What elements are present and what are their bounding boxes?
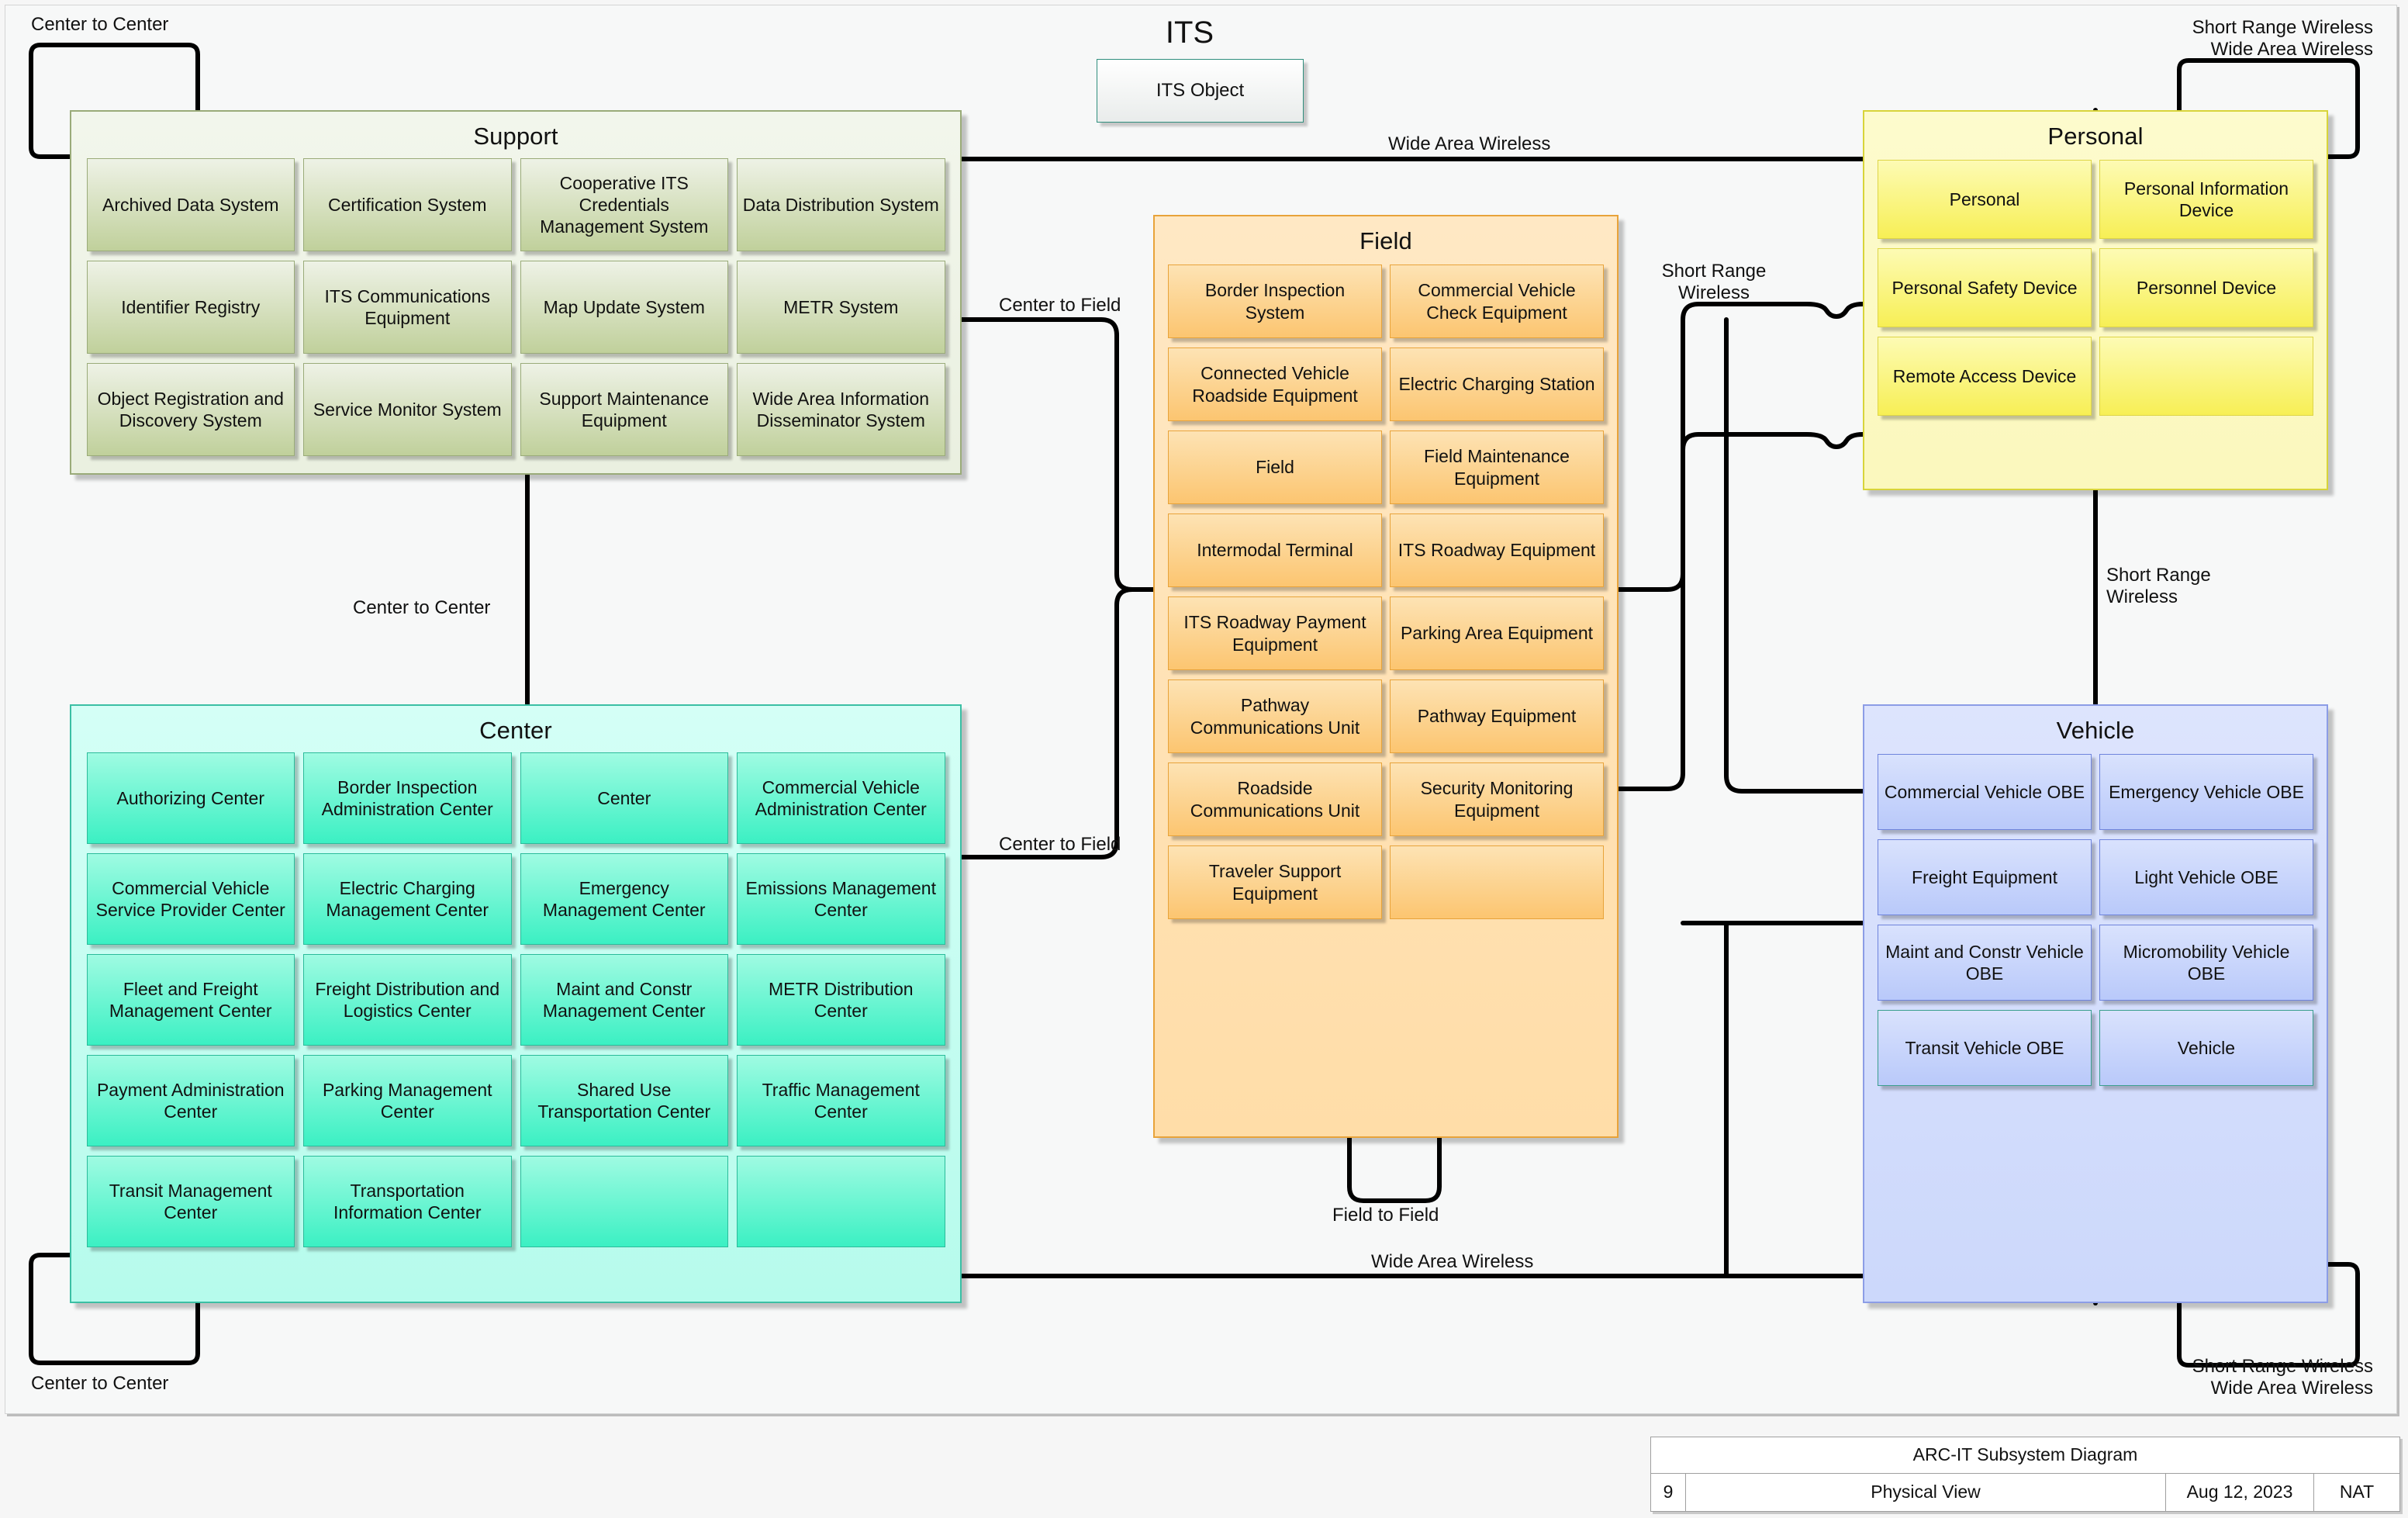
subsystem-cell[interactable]: Security Monitoring Equipment	[1390, 762, 1604, 836]
subsystem-cell[interactable]: ITS Roadway Payment Equipment	[1168, 596, 1382, 670]
subsystem-cell[interactable]: Certification System	[303, 158, 512, 251]
title-block-heading: ARC-IT Subsystem Diagram	[1651, 1437, 2399, 1474]
its-object-box[interactable]: ITS Object	[1097, 59, 1304, 123]
subsystem-cell[interactable]: Border Inspection Administration Center	[303, 752, 512, 844]
subsystem-cell[interactable]: Field	[1168, 431, 1382, 504]
subsystem-cell[interactable]: Intermodal Terminal	[1168, 513, 1382, 587]
subsystem-cell[interactable]: Roadside Communications Unit	[1168, 762, 1382, 836]
title-block-row: 9 Physical View Aug 12, 2023 NAT	[1651, 1473, 2399, 1511]
subsystem-cell[interactable]: Micromobility Vehicle OBE	[2099, 925, 2313, 1001]
subsystem-cell[interactable]: ITS Roadway Equipment	[1390, 513, 1604, 587]
title-block-author: NAT	[2339, 1482, 2375, 1502]
group-vehicle[interactable]: Vehicle Commercial Vehicle OBE Emergency…	[1863, 704, 2328, 1303]
subsystem-cell[interactable]: Cooperative ITS Credentials Management S…	[520, 158, 728, 251]
subsystem-cell[interactable]: Traveler Support Equipment	[1168, 845, 1382, 919]
subsystem-cell[interactable]: Freight Equipment	[1878, 839, 2092, 915]
label-center-to-field: Center to Field	[999, 834, 1121, 855]
subsystem-cell[interactable]: Wide Area Information Disseminator Syste…	[737, 363, 945, 456]
group-center[interactable]: Center Authorizing Center Border Inspect…	[70, 704, 962, 1303]
group-field-title: Field	[1359, 227, 1412, 254]
subsystem-cell[interactable]: Connected Vehicle Roadside Equipment	[1168, 348, 1382, 421]
subsystem-cell[interactable]: METR System	[737, 261, 945, 354]
subsystem-cell[interactable]: Archived Data System	[86, 158, 295, 251]
label-vehicle-loop: Short Range Wireless Wide Area Wireless	[2192, 1356, 2373, 1399]
subsystem-cell[interactable]: Pathway Equipment	[1390, 679, 1604, 753]
its-heading: ITS	[1165, 16, 1214, 50]
subsystem-cell[interactable]: Center	[520, 752, 728, 844]
title-block-view: Physical View	[1686, 1473, 2166, 1511]
label-wide-area-wireless-bottom: Wide Area Wireless	[1371, 1251, 1534, 1272]
subsystem-cell[interactable]: Fleet and Freight Management Center	[86, 954, 295, 1046]
subsystem-cell[interactable]: Parking Area Equipment	[1390, 596, 1604, 670]
group-support-cells: Archived Data System Certification Syste…	[71, 158, 960, 473]
group-vehicle-title: Vehicle	[2056, 717, 2135, 744]
subsystem-cell[interactable]: Personnel Device	[2099, 248, 2313, 327]
label-support-loop: Center to Center	[31, 14, 169, 35]
group-personal-title: Personal	[2047, 123, 2144, 150]
subsystem-cell[interactable]: Emergency Vehicle OBE	[2099, 754, 2313, 830]
subsystem-cell[interactable]: Traffic Management Center	[737, 1055, 945, 1146]
subsystem-cell[interactable]: Commercial Vehicle Service Provider Cent…	[86, 853, 295, 945]
subsystem-cell[interactable]: Service Monitor System	[303, 363, 512, 456]
title-block-date: Aug 12, 2023	[2166, 1473, 2314, 1511]
subsystem-cell[interactable]: Light Vehicle OBE	[2099, 839, 2313, 915]
subsystem-cell[interactable]: Commercial Vehicle Check Equipment	[1390, 265, 1604, 338]
group-support[interactable]: Support Archived Data System Certificati…	[70, 110, 962, 475]
subsystem-cell[interactable]: Data Distribution System	[737, 158, 945, 251]
subsystem-cell[interactable]: Identifier Registry	[86, 261, 295, 354]
subsystem-cell[interactable]: Vehicle	[2099, 1010, 2313, 1086]
subsystem-cell[interactable]: Transit Vehicle OBE	[1878, 1010, 2092, 1086]
group-personal-cells: Personal Personal Information Device Per…	[1864, 160, 2327, 489]
subsystem-cell[interactable]: ITS Communications Equipment	[303, 261, 512, 354]
subsystem-cell[interactable]: Electric Charging Management Center	[303, 853, 512, 945]
subsystem-cell[interactable]: Commercial Vehicle Administration Center	[737, 752, 945, 844]
subsystem-cell[interactable]: Remote Access Device	[1878, 337, 2092, 416]
subsystem-cell[interactable]: Transportation Information Center	[303, 1156, 512, 1247]
title-block: ARC-IT Subsystem Diagram 9 Physical View…	[1650, 1437, 2400, 1512]
label-short-range-wireless-field: Short Range Wireless	[1661, 261, 1767, 303]
group-field[interactable]: Field Border Inspection System Commercia…	[1153, 215, 1619, 1138]
label-support-to-field: Center to Field	[999, 295, 1121, 316]
subsystem-cell[interactable]: METR Distribution Center	[737, 954, 945, 1046]
subsystem-cell[interactable]: Field Maintenance Equipment	[1390, 431, 1604, 504]
empty-cell	[737, 1156, 945, 1247]
label-support-to-center: Center to Center	[353, 597, 491, 618]
subsystem-cell[interactable]: Object Registration and Discovery System	[86, 363, 295, 456]
subsystem-cell[interactable]: Map Update System	[520, 261, 728, 354]
subsystem-cell[interactable]: Parking Management Center	[303, 1055, 512, 1146]
subsystem-cell[interactable]: Personal Information Device	[2099, 160, 2313, 239]
group-center-title: Center	[479, 717, 552, 744]
subsystem-cell[interactable]: Payment Administration Center	[86, 1055, 295, 1146]
label-short-range-wireless-personal-vehicle: Short Range Wireless	[2106, 565, 2211, 607]
subsystem-cell[interactable]: Maint and Constr Management Center	[520, 954, 728, 1046]
subsystem-cell[interactable]: Support Maintenance Equipment	[520, 363, 728, 456]
subsystem-cell[interactable]: Personal Safety Device	[1878, 248, 2092, 327]
subsystem-cell[interactable]: Commercial Vehicle OBE	[1878, 754, 2092, 830]
label-center-loop: Center to Center	[31, 1373, 169, 1394]
subsystem-cell[interactable]: Personal	[1878, 160, 2092, 239]
group-personal[interactable]: Personal Personal Personal Information D…	[1863, 110, 2328, 490]
subsystem-cell[interactable]: Freight Distribution and Logistics Cente…	[303, 954, 512, 1046]
subsystem-cell[interactable]: Authorizing Center	[86, 752, 295, 844]
subsystem-cell[interactable]: Border Inspection System	[1168, 265, 1382, 338]
subsystem-cell[interactable]: Pathway Communications Unit	[1168, 679, 1382, 753]
group-vehicle-cells: Commercial Vehicle OBE Emergency Vehicle…	[1864, 754, 2327, 1302]
subsystem-cell[interactable]: Transit Management Center	[86, 1156, 295, 1247]
empty-cell	[2099, 337, 2313, 416]
diagram-canvas: ITS ITS Object Support Archived Data Sys…	[0, 0, 2408, 1518]
group-support-title: Support	[473, 123, 558, 150]
empty-cell	[1390, 845, 1604, 919]
empty-cell	[520, 1156, 728, 1247]
subsystem-cell[interactable]: Emissions Management Center	[737, 853, 945, 945]
subsystem-cell[interactable]: Electric Charging Station	[1390, 348, 1604, 421]
title-block-number: 9	[1651, 1473, 1686, 1511]
subsystem-cell[interactable]: Maint and Constr Vehicle OBE	[1878, 925, 2092, 1001]
group-center-cells: Authorizing Center Border Inspection Adm…	[71, 752, 960, 1302]
subsystem-cell[interactable]: Shared Use Transportation Center	[520, 1055, 728, 1146]
subsystem-cell[interactable]: Emergency Management Center	[520, 853, 728, 945]
label-wide-area-wireless-top: Wide Area Wireless	[1388, 133, 1551, 154]
label-personal-loop: Short Range Wireless Wide Area Wireless	[2192, 17, 2373, 60]
label-field-loop: Field to Field	[1332, 1205, 1439, 1226]
group-field-cells: Border Inspection System Commercial Vehi…	[1155, 265, 1617, 1136]
